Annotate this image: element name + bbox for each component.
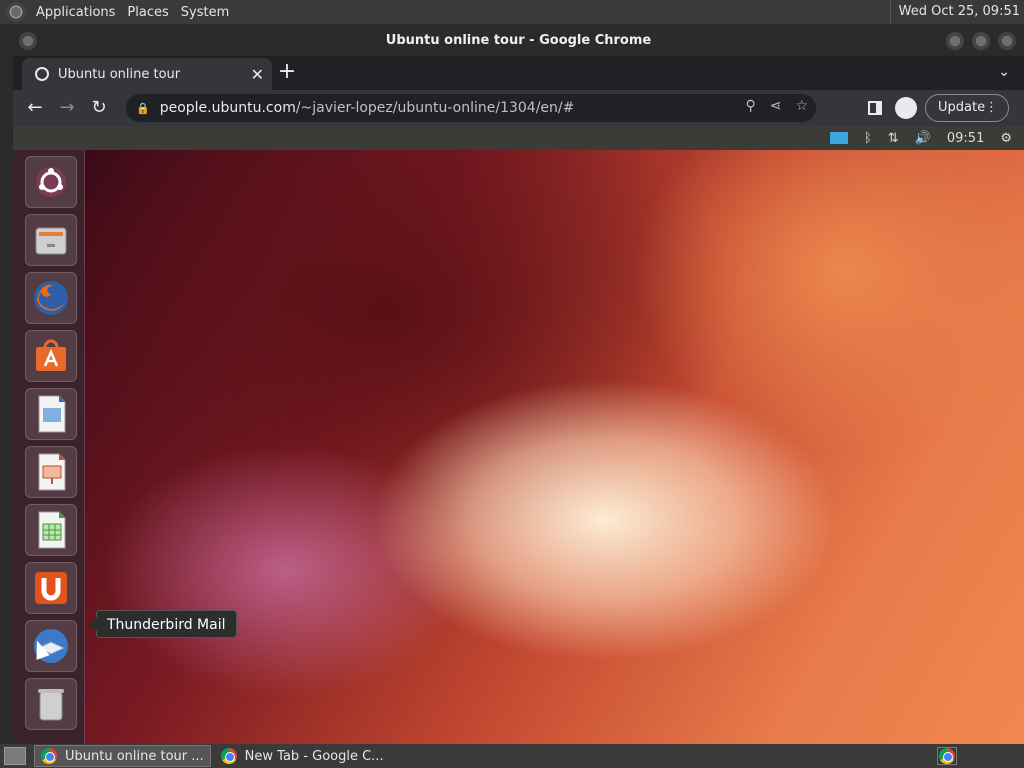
window-menu-button[interactable]	[19, 32, 37, 50]
menu-applications[interactable]: Applications	[30, 5, 121, 20]
chrome-icon	[939, 748, 955, 764]
maximize-button[interactable]	[972, 32, 990, 50]
software-center-icon[interactable]	[25, 330, 77, 382]
messaging-indicator-icon[interactable]	[829, 132, 848, 144]
url-path: /~javier-lopez/ubuntu-online/1304/en/#	[295, 100, 575, 116]
bluetooth-icon[interactable]: ᛒ	[864, 131, 872, 146]
bottom-taskbar: Ubuntu online tour ... New Tab - Google …	[0, 744, 1024, 768]
menu-places[interactable]: Places	[121, 5, 174, 20]
address-bar[interactable]: 🔒 people.ubuntu.com /~javier-lopez/ubunt…	[126, 94, 816, 122]
update-label: Update	[938, 100, 986, 115]
lock-icon[interactable]: 🔒	[136, 102, 150, 115]
taskbar-item-ubuntu-tour[interactable]: Ubuntu online tour ...	[34, 745, 211, 767]
taskbar-item-label: New Tab - Google C...	[244, 748, 384, 764]
files-icon[interactable]	[25, 214, 77, 266]
libreoffice-impress-icon[interactable]	[25, 446, 77, 498]
ubuntu-one-icon[interactable]	[25, 562, 77, 614]
trash-icon[interactable]	[25, 678, 77, 730]
window-titlebar[interactable]: Ubuntu online tour - Google Chrome	[13, 26, 1024, 56]
top-panel: Applications Places System Wed Oct 25, 0…	[0, 0, 1024, 24]
window-title: Ubuntu online tour - Google Chrome	[385, 33, 652, 48]
libreoffice-calc-icon[interactable]	[25, 504, 77, 556]
back-button[interactable]: ←	[19, 94, 51, 122]
new-tab-button[interactable]: +	[275, 60, 299, 84]
settings-gear-icon[interactable]: ⚙	[1000, 131, 1012, 146]
search-icon[interactable]: ⚲	[745, 98, 755, 114]
ubuntu-top-panel: ᛒ ⇅ 🔊 09:51 ⚙	[13, 126, 1024, 150]
tab-ubuntu-online-tour[interactable]: Ubuntu online tour ✕	[22, 58, 272, 90]
tray-chrome-icon[interactable]	[937, 747, 957, 765]
desktop-wallpaper	[85, 150, 1024, 744]
profile-avatar[interactable]	[895, 97, 917, 119]
close-window-button[interactable]	[998, 32, 1016, 50]
web-content: ᛒ ⇅ 🔊 09:51 ⚙ Thunderbird Mail	[13, 126, 1024, 744]
minimize-button[interactable]	[946, 32, 964, 50]
network-icon[interactable]: ⇅	[888, 131, 899, 146]
taskbar-item-label: Ubuntu online tour ...	[65, 748, 204, 764]
chrome-icon	[41, 748, 57, 764]
panel-clock[interactable]: Wed Oct 25, 09:51	[889, 0, 1020, 24]
ubuntu-panel-clock[interactable]: 09:51	[947, 131, 984, 146]
update-button[interactable]: Update ⋮	[925, 94, 1009, 122]
firefox-icon[interactable]	[25, 272, 77, 324]
libreoffice-writer-icon[interactable]	[25, 388, 77, 440]
side-panel-icon[interactable]	[868, 101, 882, 115]
sound-icon[interactable]: 🔊	[915, 131, 931, 146]
tab-strip: Ubuntu online tour ✕ + ⌄	[13, 56, 1024, 90]
tab-title: Ubuntu online tour	[58, 66, 181, 82]
reload-button[interactable]: ↻	[83, 94, 115, 122]
star-icon[interactable]: ☆	[795, 98, 808, 114]
more-menu-icon[interactable]: ⋮	[985, 95, 998, 121]
tab-search-icon[interactable]: ⌄	[998, 64, 1010, 80]
launcher-tooltip: Thunderbird Mail	[88, 610, 237, 638]
browser-toolbar: ← → ↻ 🔒 people.ubuntu.com /~javier-lopez…	[13, 90, 1024, 126]
close-tab-icon[interactable]: ✕	[251, 65, 264, 84]
url-host: people.ubuntu.com	[159, 100, 296, 116]
dash-home-icon[interactable]	[25, 156, 77, 208]
show-desktop-icon[interactable]	[4, 747, 26, 765]
taskbar-item-new-tab[interactable]: New Tab - Google C...	[215, 745, 390, 767]
share-icon[interactable]: ⋖	[770, 98, 782, 114]
distro-logo-icon[interactable]	[6, 2, 26, 22]
unity-launcher	[13, 150, 85, 744]
forward-button[interactable]: →	[51, 94, 83, 122]
globe-icon	[35, 67, 49, 81]
menu-system[interactable]: System	[175, 5, 235, 20]
chrome-icon	[220, 748, 237, 764]
